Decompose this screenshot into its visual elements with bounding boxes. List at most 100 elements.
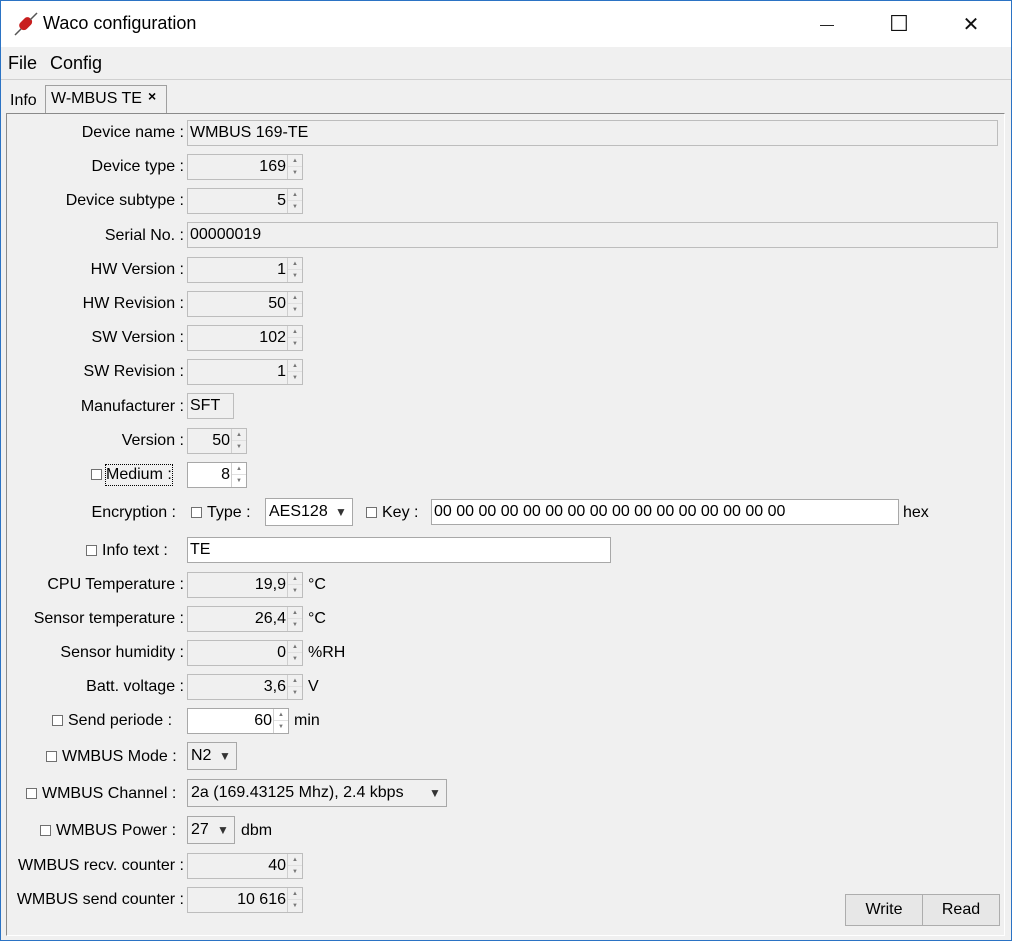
spin-down-icon: ▼ — [292, 588, 298, 594]
spin-down-icon: ▼ — [292, 204, 298, 210]
wmbus-channel-value: 2a (169.43125 Mhz), 2.4 kbps — [191, 784, 404, 801]
spin-up-icon: ▲ — [288, 258, 302, 270]
spin-up-icon: ▲ — [288, 641, 302, 653]
dropdown-icon: ▼ — [217, 823, 229, 837]
spinner-arrows[interactable]: ▲ ▼ — [273, 709, 288, 733]
manufacturer-label: Manufacturer : — [80, 398, 184, 415]
sensor-temperature-label: Sensor temperature : — [33, 610, 184, 627]
spin-up-icon: ▲ — [288, 573, 302, 585]
send-periode-checkbox[interactable] — [52, 715, 63, 726]
version-label: Version : — [121, 432, 184, 449]
sw-version-value: 102 — [259, 329, 286, 346]
info-text-label: Info text : — [102, 542, 168, 559]
spin-up-icon: ▲ — [232, 463, 246, 475]
spin-down-icon: ▼ — [292, 307, 298, 313]
encryption-type-checkbox[interactable] — [191, 507, 202, 518]
spin-up-icon: ▲ — [288, 675, 302, 687]
serial-no-label: Serial No. : — [104, 227, 184, 244]
wmbus-send-counter-label: WMBUS send counter : — [16, 891, 184, 908]
medium-label: Medium : — [105, 464, 173, 486]
wmbus-power-checkbox[interactable] — [40, 825, 51, 836]
minimize-icon: — — [820, 16, 834, 32]
tab-bar: Info W-MBUS TE × — [1, 81, 1011, 113]
spinner-arrows[interactable]: ▲ ▼ — [231, 463, 246, 487]
serial-no-field: 00000019 — [187, 222, 998, 248]
menu-config[interactable]: Config — [50, 53, 102, 74]
wmbus-recv-counter-spinner: 40 ▲ ▼ — [187, 853, 303, 879]
encryption-type-label: Type : — [207, 504, 251, 521]
tab-info[interactable]: Info — [10, 87, 37, 115]
batt-voltage-label: Batt. voltage : — [86, 678, 184, 695]
wmbus-mode-select[interactable]: N2 ▼ — [187, 742, 237, 770]
wmbus-mode-value: N2 — [191, 747, 212, 764]
spinner-arrows: ▲ ▼ — [287, 189, 302, 213]
spinner-arrows: ▲ ▼ — [287, 607, 302, 631]
sensor-temperature-value: 26,4 — [254, 610, 286, 627]
spin-down-icon: ▼ — [292, 375, 298, 381]
tab-close-icon[interactable]: × — [148, 88, 156, 104]
spin-down-icon: ▼ — [292, 170, 298, 176]
tab-wmbus-te[interactable]: W-MBUS TE × — [45, 85, 167, 113]
hw-version-spinner: 1 ▲ ▼ — [187, 257, 303, 283]
cpu-temperature-spinner: 19,9 ▲ ▼ — [187, 572, 303, 598]
app-window: Waco configuration — ☐ ✕ File Config Inf… — [0, 0, 1012, 941]
write-button[interactable]: Write — [845, 894, 923, 926]
spinner-arrows: ▲ ▼ — [287, 573, 302, 597]
minimize-button[interactable]: — — [791, 1, 863, 47]
wmbus-send-counter-value: 10 616 — [237, 891, 286, 908]
device-subtype-label: Device subtype : — [65, 192, 184, 209]
wmbus-mode-checkbox[interactable] — [46, 751, 57, 762]
medium-spinner[interactable]: 8 ▲ ▼ — [187, 462, 247, 488]
wmbus-channel-checkbox[interactable] — [26, 788, 37, 799]
cpu-temperature-label: CPU Temperature : — [47, 576, 184, 593]
device-subtype-value: 5 — [277, 192, 286, 209]
spinner-arrows: ▲ ▼ — [287, 155, 302, 179]
send-periode-unit: min — [294, 712, 320, 729]
batt-voltage-value: 3,6 — [263, 678, 286, 695]
hw-revision-spinner: 50 ▲ ▼ — [187, 291, 303, 317]
hw-revision-label: HW Revision : — [82, 295, 184, 312]
info-text-checkbox[interactable] — [86, 545, 97, 556]
spin-down-icon: ▼ — [292, 869, 298, 875]
device-name-field: WMBUS 169-TE — [187, 120, 998, 146]
encryption-key-checkbox[interactable] — [366, 507, 377, 518]
encryption-key-label: Key : — [382, 504, 419, 521]
hw-version-value: 1 — [277, 261, 286, 278]
spin-up-icon: ▲ — [288, 888, 302, 900]
dropdown-icon: ▼ — [219, 749, 231, 763]
spin-up-icon: ▲ — [288, 326, 302, 338]
menu-file[interactable]: File — [8, 53, 37, 74]
config-panel: Device name : WMBUS 169-TE Device type :… — [6, 113, 1005, 936]
app-icon — [14, 12, 38, 36]
spinner-arrows: ▲ ▼ — [287, 326, 302, 350]
sw-version-label: SW Version : — [91, 329, 184, 346]
device-name-label: Device name : — [81, 124, 184, 141]
dropdown-icon: ▼ — [429, 786, 441, 800]
wmbus-send-counter-spinner: 10 616 ▲ ▼ — [187, 887, 303, 913]
spin-up-icon: ▲ — [288, 607, 302, 619]
wmbus-power-value: 27 — [191, 821, 209, 838]
medium-checkbox[interactable] — [91, 469, 102, 480]
tab-wmbus-te-label: W-MBUS TE — [51, 90, 142, 107]
spin-down-icon: ▼ — [292, 903, 298, 909]
close-button[interactable]: ✕ — [935, 1, 1007, 47]
read-button[interactable]: Read — [922, 894, 1000, 926]
encryption-type-select[interactable]: AES128 ▼ — [265, 498, 353, 526]
spin-down-icon: ▼ — [278, 724, 284, 730]
spin-up-icon: ▲ — [288, 854, 302, 866]
send-periode-spinner[interactable]: 60 ▲ ▼ — [187, 708, 289, 734]
wmbus-power-select[interactable]: 27 ▼ — [187, 816, 235, 844]
encryption-key-input[interactable]: 00 00 00 00 00 00 00 00 00 00 00 00 00 0… — [431, 499, 899, 525]
wmbus-channel-select[interactable]: 2a (169.43125 Mhz), 2.4 kbps ▼ — [187, 779, 447, 807]
spinner-arrows: ▲ ▼ — [231, 429, 246, 453]
spinner-arrows: ▲ ▼ — [287, 292, 302, 316]
spinner-arrows: ▲ ▼ — [287, 258, 302, 282]
maximize-button[interactable]: ☐ — [863, 1, 935, 47]
sw-revision-spinner: 1 ▲ ▼ — [187, 359, 303, 385]
hw-revision-value: 50 — [268, 295, 286, 312]
batt-voltage-unit: V — [308, 678, 319, 695]
send-periode-value: 60 — [254, 712, 272, 729]
sw-revision-value: 1 — [277, 363, 286, 380]
info-text-input[interactable]: TE — [187, 537, 611, 563]
spinner-arrows: ▲ ▼ — [287, 888, 302, 912]
